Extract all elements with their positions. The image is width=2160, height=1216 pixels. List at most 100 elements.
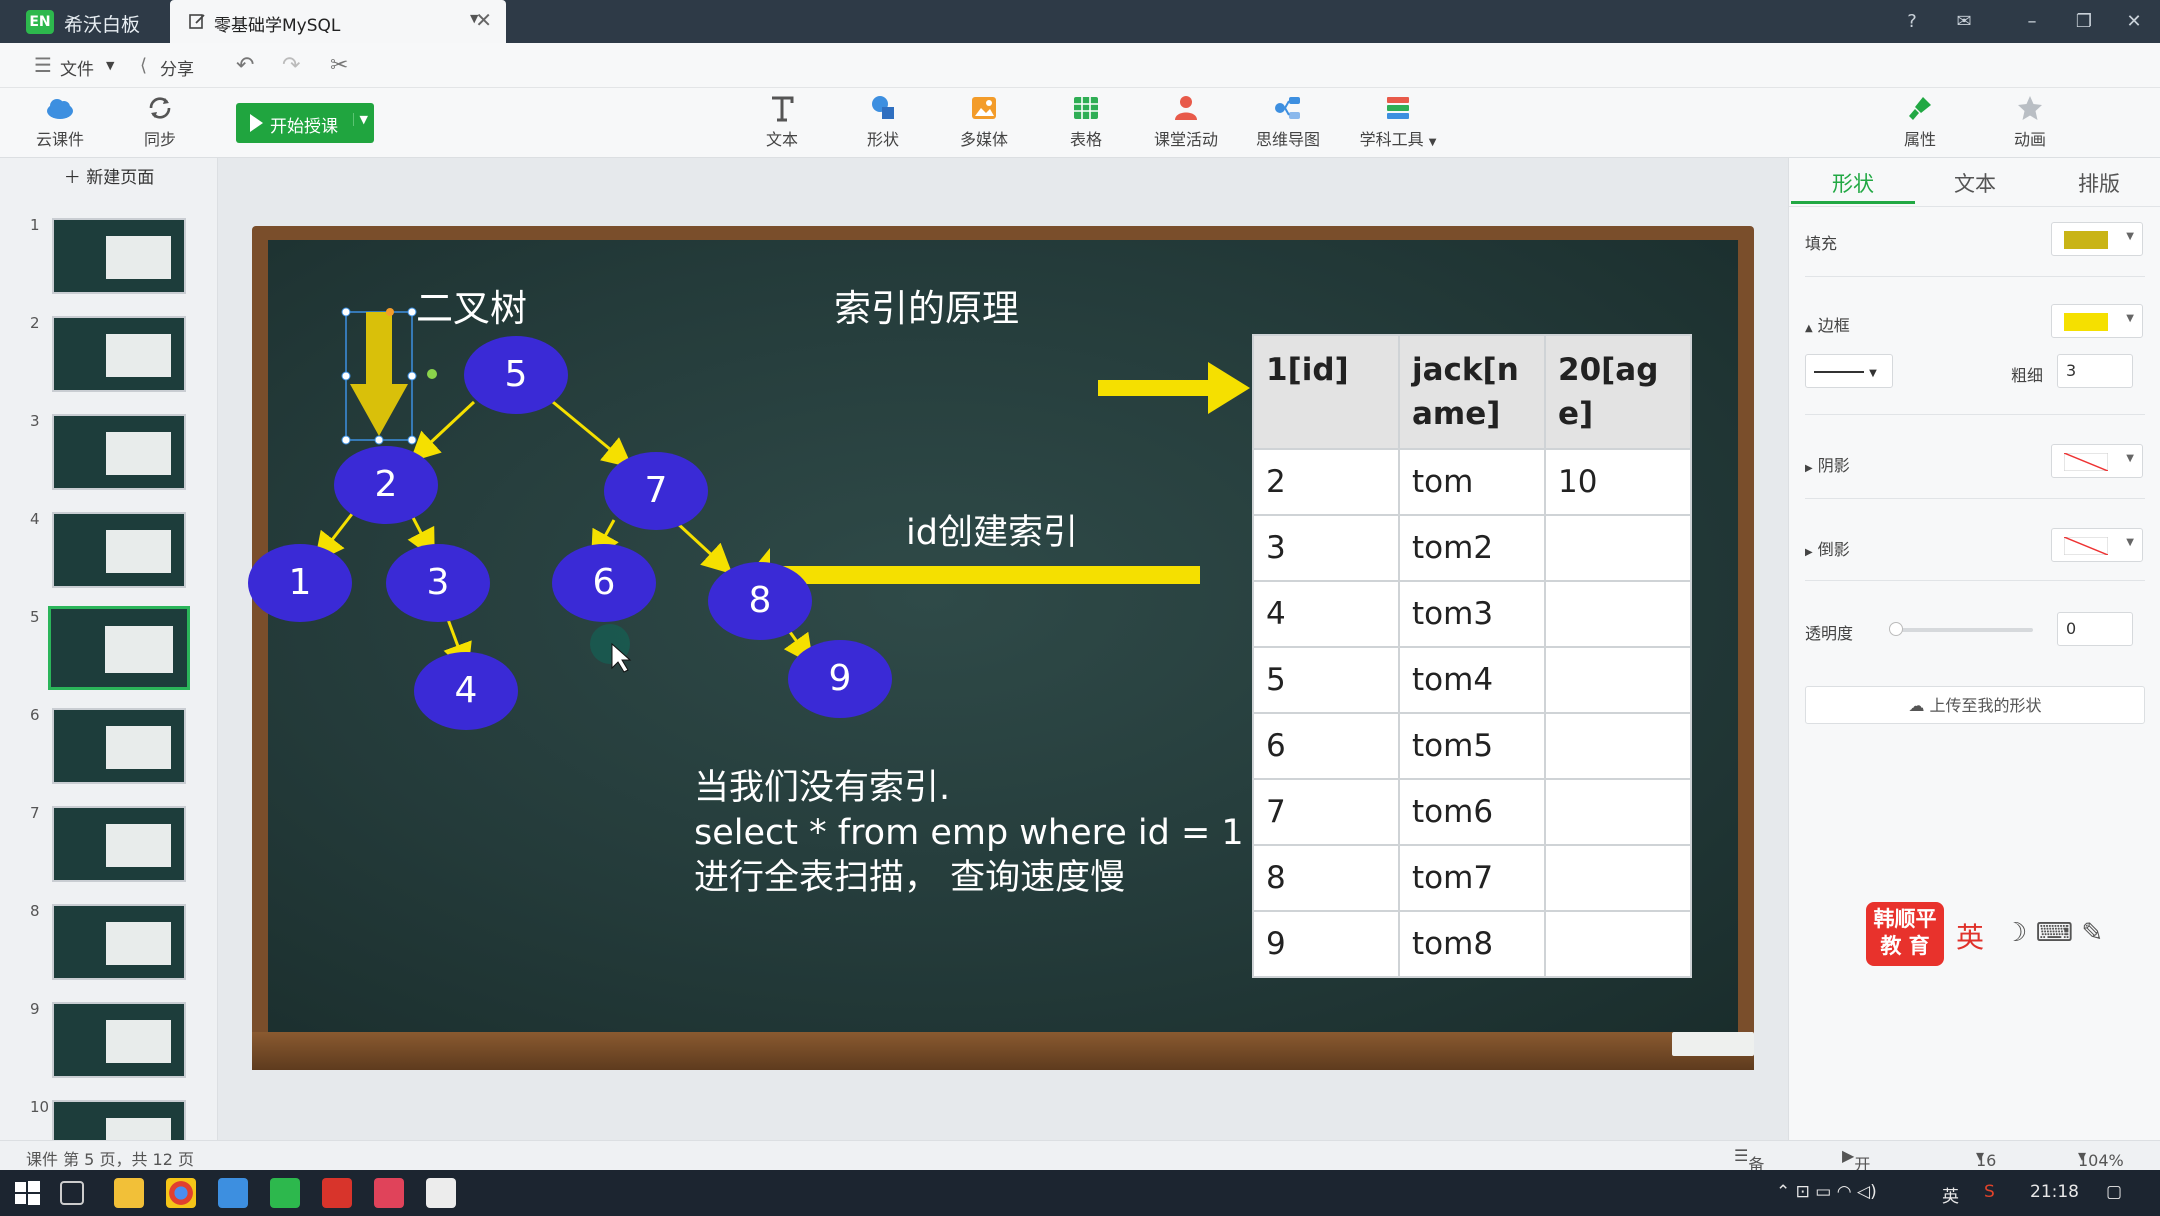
sogou-icon[interactable]: S: [1984, 1182, 1995, 1202]
tree-node[interactable]: 2: [334, 446, 438, 524]
shadow-picker[interactable]: ▼: [2051, 444, 2143, 478]
table-cell: tom3: [1398, 580, 1546, 648]
undo-icon[interactable]: ↶: [236, 53, 254, 78]
slide-thumbnail[interactable]: [52, 904, 186, 980]
seewo-taskbar-icon[interactable]: [270, 1178, 300, 1208]
help-icon[interactable]: ?: [1898, 8, 1926, 36]
slide-thumbnail[interactable]: [52, 1100, 186, 1140]
restore-icon[interactable]: ❐: [2070, 8, 2098, 36]
slide-thumbnail[interactable]: [52, 414, 186, 490]
border-label[interactable]: ▲ 边框: [1805, 312, 1850, 336]
tree-node[interactable]: 7: [604, 452, 708, 530]
wps-icon[interactable]: [322, 1178, 352, 1208]
media-tool[interactable]: 多媒体: [944, 94, 1024, 150]
animation-button[interactable]: 动画: [1990, 94, 2070, 150]
close-tab-icon[interactable]: ✕: [475, 8, 492, 32]
menu-icon[interactable]: ☰: [34, 53, 52, 77]
document-tab[interactable]: 零基础学MySQL ▼ ✕: [170, 0, 506, 43]
notes-button[interactable]: ☰ 备注: [1734, 1146, 1764, 1198]
slide-thumbnail[interactable]: [52, 806, 186, 882]
line-style-select[interactable]: ▼: [1805, 354, 1893, 388]
zoom-select[interactable]: 104% ▾: [2078, 1146, 2124, 1170]
editor-icon[interactable]: [426, 1178, 456, 1208]
shape-tool[interactable]: 形状: [843, 94, 923, 150]
shadow-label[interactable]: ▶ 阴影: [1805, 452, 1850, 476]
tree-node[interactable]: 3: [386, 544, 490, 622]
tray-icons[interactable]: ⌃ ⊡ ▭ ◠ ◁): [1776, 1182, 1877, 1202]
share-menu[interactable]: 分享: [160, 55, 194, 80]
opacity-slider-handle[interactable]: [1889, 622, 1903, 636]
sync-button[interactable]: 同步: [120, 94, 200, 150]
tree-node[interactable]: 9: [788, 640, 892, 718]
table-tool[interactable]: 表格: [1046, 94, 1126, 150]
table-header-row: 1[id] jack[n ame] 20[ag e]: [1252, 334, 1692, 450]
expand-icon: ▶: [1805, 547, 1813, 558]
share-icon[interactable]: ⟨: [140, 55, 147, 76]
border-color-picker[interactable]: ▼: [2051, 304, 2143, 338]
chevron-down-icon[interactable]: ▼: [352, 113, 368, 126]
aspect-ratio-select[interactable]: 16 : 9 ▾: [1976, 1146, 1996, 1208]
ime-tray[interactable]: 英: [1942, 1182, 1959, 1207]
tab-text[interactable]: 文本: [1913, 164, 2037, 204]
slide-thumbnail[interactable]: [52, 708, 186, 784]
thumbnail-number: 10: [30, 1098, 50, 1116]
class-activity-tool[interactable]: 课堂活动: [1146, 94, 1226, 150]
mindmap-tool[interactable]: 思维导图: [1248, 94, 1328, 150]
tree-node[interactable]: 8: [708, 562, 812, 640]
notification-icon[interactable]: ▢: [2106, 1182, 2122, 1202]
xmind-icon[interactable]: [374, 1178, 404, 1208]
tab-layout[interactable]: 排版: [2037, 164, 2160, 204]
data-table[interactable]: 1[id] jack[n ame] 20[ag e] 2 tom 10 3 tom2 4 t…: [1252, 334, 1692, 978]
tree-node[interactable]: 6: [552, 544, 656, 622]
slide-thumbnail[interactable]: [52, 218, 186, 294]
tree-node[interactable]: 5: [464, 336, 568, 414]
chevron-down-icon[interactable]: ▼: [106, 59, 114, 72]
chrome-icon[interactable]: [166, 1178, 196, 1208]
tree-node[interactable]: 1: [248, 544, 352, 622]
mail-icon[interactable]: ✉: [1950, 8, 1978, 36]
binary-tree-title[interactable]: 二叉树: [416, 278, 527, 332]
minimize-icon[interactable]: –: [2018, 8, 2046, 36]
slide-thumbnail[interactable]: [48, 606, 190, 690]
tab-shape[interactable]: 形状: [1791, 164, 1915, 204]
reflection-picker[interactable]: ▼: [2051, 528, 2143, 562]
opacity-input[interactable]: 0: [2057, 612, 2133, 646]
table-cell: tom7: [1398, 844, 1546, 912]
start-teaching-button[interactable]: 开始授课 ▼: [236, 103, 374, 143]
file-menu[interactable]: 文件: [60, 55, 94, 80]
thumbnail-number: 7: [30, 804, 40, 822]
slide-thumbnail[interactable]: [52, 316, 186, 392]
slide-thumbnail[interactable]: [52, 1002, 186, 1078]
slide-thumbnail[interactable]: [52, 512, 186, 588]
cut-icon[interactable]: ✂: [330, 53, 348, 78]
activity-icon: [1175, 96, 1197, 120]
status-bar: 课件 第 5 页，共 12 页 ☰ 备注 ▶ 开始授课 16 : 9 ▾ 104…: [0, 1140, 2160, 1216]
tool-label: 表格: [1069, 130, 1102, 149]
app-icon[interactable]: [218, 1178, 248, 1208]
close-window-icon[interactable]: ✕: [2120, 8, 2148, 36]
ime-toolbar-icons[interactable]: ☽ ⌨ ✎: [2004, 918, 2103, 948]
start-label: 开始授课: [270, 117, 338, 137]
subject-tools-button[interactable]: 学科工具 ▼: [1356, 94, 1440, 150]
upload-shape-button[interactable]: ☁ 上传至我的形状: [1805, 686, 2145, 724]
explanation-text[interactable]: 当我们没有索引. select * from emp where id = 1 …: [694, 766, 1244, 901]
tree-node[interactable]: 4: [414, 652, 518, 730]
reflection-label[interactable]: ▶ 倒影: [1805, 536, 1850, 560]
text-tool[interactable]: 文本: [742, 94, 822, 150]
ime-indicator[interactable]: 英: [1956, 916, 1984, 956]
thickness-input[interactable]: 3: [2057, 354, 2133, 388]
document-name: 零基础学MySQL: [214, 16, 341, 36]
file-explorer-icon[interactable]: [114, 1178, 144, 1208]
sync-icon: [149, 97, 171, 119]
property-button[interactable]: 属性: [1880, 94, 1960, 150]
redo-icon[interactable]: ↷: [282, 53, 300, 78]
start-teaching-status-button[interactable]: ▶ 开始授课: [1842, 1146, 1870, 1216]
index-principle-title[interactable]: 索引的原理: [834, 278, 1019, 332]
new-page-button[interactable]: ＋ 新建页面: [0, 158, 217, 198]
task-view-icon[interactable]: [60, 1181, 84, 1205]
cloud-courseware-button[interactable]: 云课件: [20, 94, 100, 150]
fill-color-picker[interactable]: ▼: [2051, 222, 2143, 256]
opacity-slider[interactable]: [1893, 628, 2033, 632]
index-label[interactable]: id创建索引: [906, 504, 1078, 555]
windows-start-icon[interactable]: [12, 1178, 42, 1208]
